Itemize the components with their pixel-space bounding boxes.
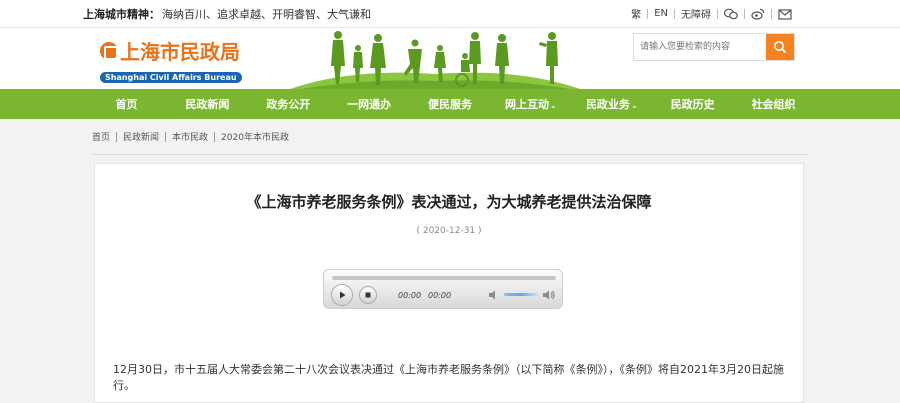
divider [771,8,772,19]
nav-item-history[interactable]: 民政历史 [652,96,733,112]
chevron-down-icon: ⌄ [630,101,638,110]
nav-item-civil-affairs-business[interactable]: 民政业务⌄ [571,96,652,112]
search-icon [774,41,787,54]
search-button[interactable] [766,34,794,60]
family-silhouette-banner [290,31,580,89]
chevron-down-icon: ⌄ [550,101,557,110]
play-icon [340,291,346,299]
breadcrumb: 首页 民政新闻 本市民政 2020年本市民政 [92,119,808,155]
stop-icon [365,292,371,298]
divider [674,8,675,19]
bureau-emblem-icon [100,41,118,60]
volume-high-icon[interactable] [542,289,556,301]
nav-item-online-interaction[interactable]: 网上互动⌄ [490,96,571,112]
divider [744,8,745,19]
article-date: ( 2020-12-31 ) [416,226,482,236]
play-button[interactable] [331,284,353,306]
divider [214,131,216,142]
main-nav: 首页 民政新闻 政务公开 一网通办 便民服务 网上互动⌄ 民政业务⌄ 民政历史 … [0,89,900,119]
site-logo[interactable]: 上海市民政局 Shanghai Civil Affairs Bureau [100,36,242,84]
weibo-icon[interactable] [751,8,765,20]
site-header: 上海市民政局 Shanghai Civil Affairs Bureau [0,28,900,89]
divider [647,8,649,19]
top-links: 繁 EN 无障碍 [631,6,792,21]
city-spirit-text: 海纳百川、追求卓越、开明睿智、大气谦和 [162,7,371,21]
accessibility-link[interactable]: 无障碍 [681,6,711,21]
breadcrumb-home[interactable]: 首页 [92,130,110,143]
top-bar: 上海城市精神： 海纳百川、追求卓越、开明睿智、大气谦和 繁 EN 无障碍 [0,0,900,28]
city-spirit-label: 上海城市精神： [83,7,160,21]
volume-low-icon[interactable] [488,289,500,301]
nav-item-home[interactable]: 首页 [86,96,167,112]
traditional-chinese-link[interactable]: 繁 [631,6,641,21]
audio-progress-bar[interactable] [332,276,556,280]
wechat-icon[interactable] [723,8,738,20]
mail-icon[interactable] [778,8,792,20]
stop-button[interactable] [359,286,377,304]
nav-item-one-stop-service[interactable]: 一网通办 [329,96,410,112]
breadcrumb-2020-local-affairs[interactable]: 2020年本市民政 [221,130,289,143]
divider [717,8,718,19]
divider [116,131,118,142]
search-input[interactable] [634,34,766,60]
article-panel: 《上海市养老服务条例》表决通过，为大城养老提供法治保障 ( 2020-12-31… [94,163,804,403]
audio-player: 00:00 00:00 [323,269,563,309]
logo-chinese-name: 上海市民政局 [120,40,240,64]
search-box [633,33,795,61]
article-paragraph: 12月30日，市十五届人大常委会第二十八次会议表决通过《上海市养老服务条例》（以… [113,363,784,392]
logo-english-name: Shanghai Civil Affairs Bureau [100,72,242,83]
current-time: 00:00 [398,291,422,300]
nav-item-government-affairs[interactable]: 政务公开 [248,96,329,112]
breadcrumb-local-affairs[interactable]: 本市民政 [172,130,208,143]
nav-item-news[interactable]: 民政新闻 [167,96,248,112]
nav-item-convenience-services[interactable]: 便民服务 [410,96,491,112]
nav-item-social-organizations[interactable]: 社会组织 [733,96,814,112]
breadcrumb-news[interactable]: 民政新闻 [123,130,159,143]
volume-slider[interactable] [504,293,538,296]
english-link[interactable]: EN [654,8,668,19]
divider [165,131,167,142]
total-time: 00:00 [428,291,452,300]
article-title: 《上海市养老服务条例》表决通过，为大城养老提供法治保障 [246,193,652,211]
